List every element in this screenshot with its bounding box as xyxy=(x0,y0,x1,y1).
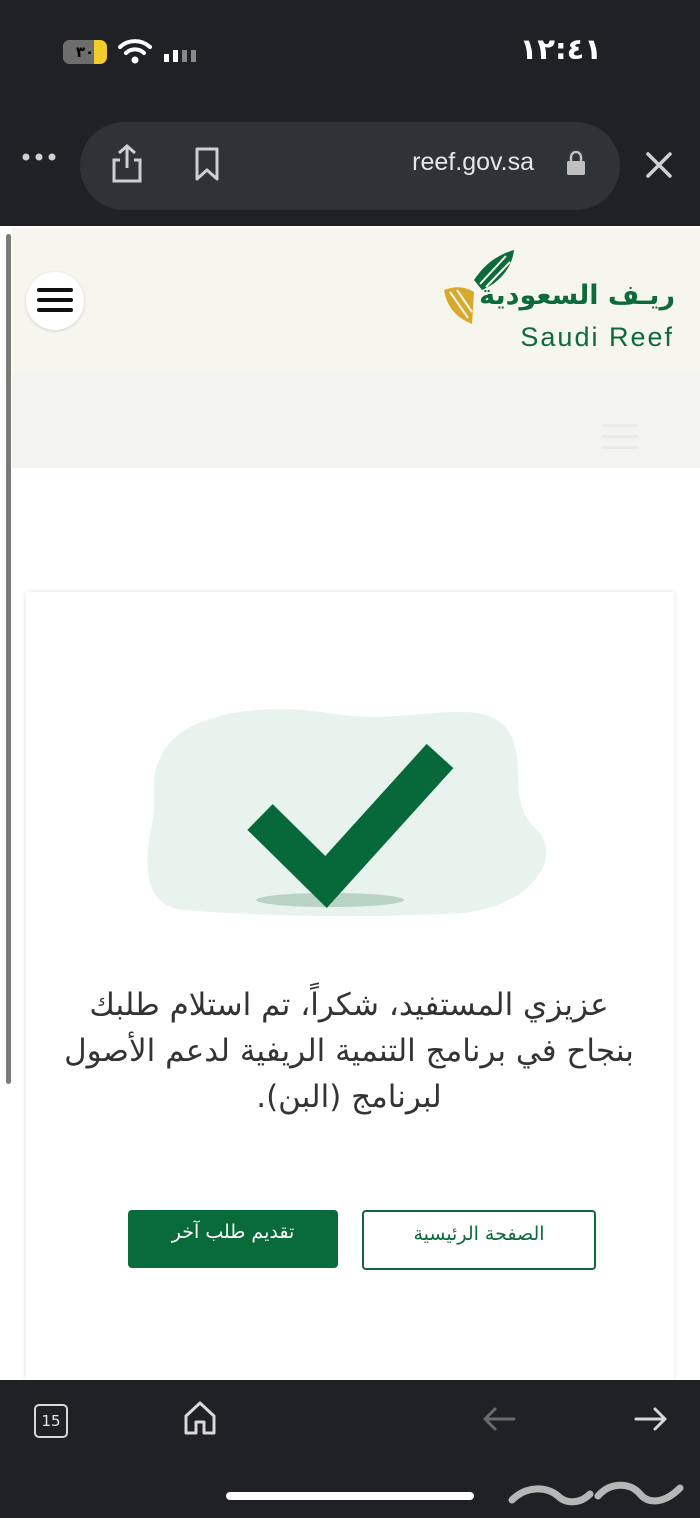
close-icon[interactable] xyxy=(644,150,674,180)
logo-text-english: Saudi Reef xyxy=(520,322,674,352)
status-bar: ٣٠ ١٢:٤١ xyxy=(0,0,700,110)
wifi-icon xyxy=(118,39,152,64)
page-banner xyxy=(12,372,700,468)
menu-button[interactable] xyxy=(26,272,84,330)
battery-level: ٣٠ xyxy=(75,43,95,61)
signal-icon xyxy=(164,50,196,62)
faint-lines-icon xyxy=(602,424,638,449)
hamburger-icon xyxy=(37,288,73,312)
url-text: reef.gov.sa xyxy=(412,148,534,176)
scroll-indicator xyxy=(6,234,11,1084)
site-header: ريـف السعودية Saudi Reef xyxy=(12,228,700,372)
battery-icon: ٣٠ xyxy=(63,40,107,64)
haraj-watermark-logo xyxy=(508,1481,684,1506)
submit-another-request-button[interactable]: تقديم طلب آخر xyxy=(128,1210,338,1268)
url-field[interactable]: reef.gov.sa xyxy=(80,122,620,210)
status-time: ١٢:٤١ xyxy=(519,32,602,66)
home-icon[interactable] xyxy=(182,1400,218,1436)
success-message: عزيزي المستفيد، شكراً، تم استلام طلبك بن… xyxy=(64,987,634,1115)
logo-text-arabic: ريـف السعودية xyxy=(479,280,675,311)
share-icon[interactable] xyxy=(110,144,144,184)
web-page: ريـف السعودية Saudi Reef عزيزي المستفيد،… xyxy=(0,226,700,1380)
more-options-icon[interactable] xyxy=(22,152,56,162)
home-indicator xyxy=(226,1492,474,1500)
forward-arrow-icon[interactable] xyxy=(634,1406,668,1432)
bookmark-icon[interactable] xyxy=(194,146,220,182)
tab-count: 15 xyxy=(41,1412,61,1430)
back-arrow-icon[interactable] xyxy=(482,1406,516,1432)
browser-toolbar: 15 xyxy=(0,1380,700,1518)
browser-address-bar: reef.gov.sa xyxy=(0,110,700,226)
success-card: عزيزي المستفيد، شكراً، تم استلام طلبك بن… xyxy=(26,592,674,1380)
lock-icon xyxy=(567,150,585,175)
tabs-button[interactable]: 15 xyxy=(34,1404,68,1438)
home-page-button[interactable]: الصفحة الرئيسية xyxy=(362,1210,596,1270)
success-checkmark-icon xyxy=(147,709,547,917)
